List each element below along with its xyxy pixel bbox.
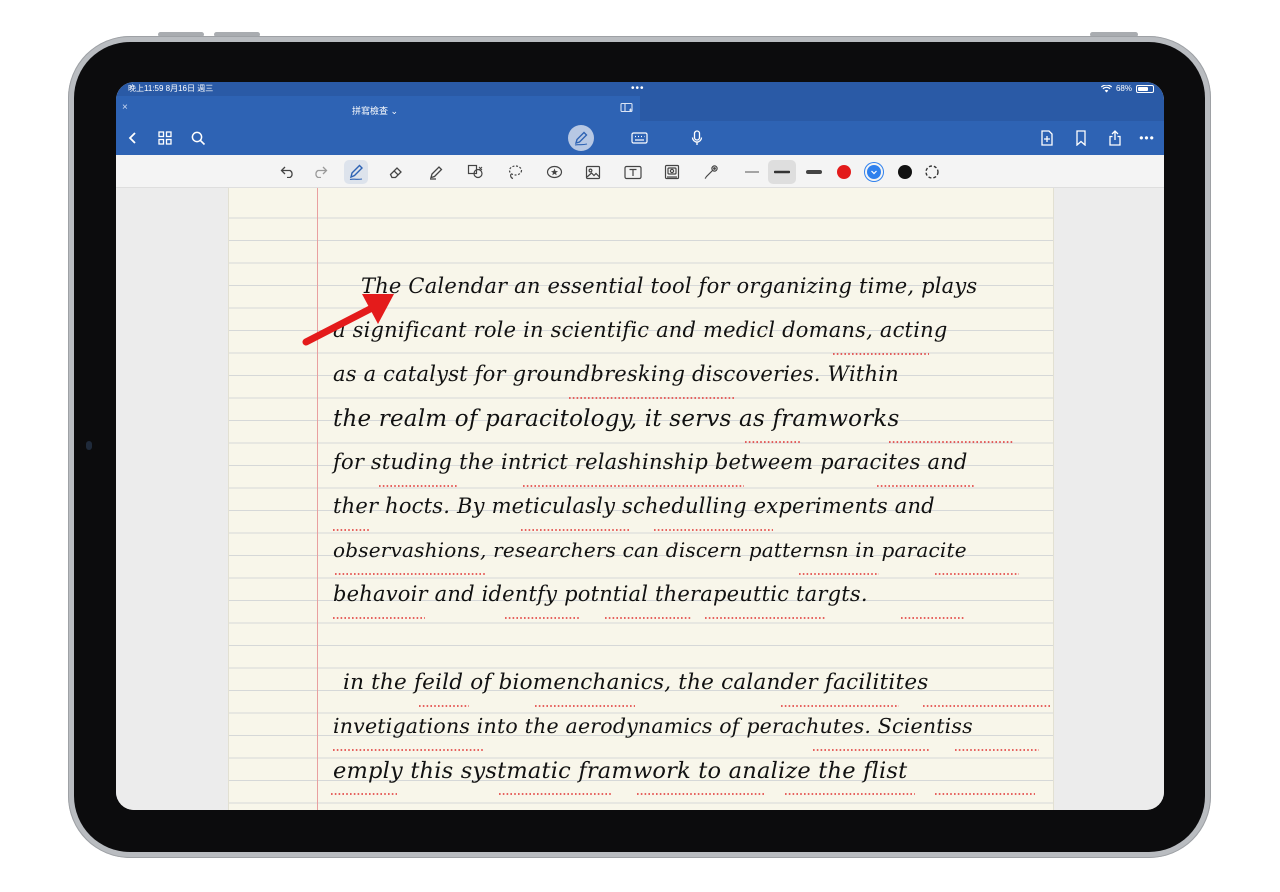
color-picker-icon[interactable] bbox=[922, 162, 942, 182]
search-icon[interactable] bbox=[189, 129, 207, 147]
tab-bar: × 拼寫檢查 ⌄ bbox=[116, 96, 1164, 121]
status-bar: 晚上11:59 8月16日 週三 ••• 68% bbox=[116, 82, 1164, 96]
wifi-icon bbox=[1100, 85, 1112, 93]
grid-icon[interactable] bbox=[156, 129, 174, 147]
note-line-7: observashions, researchers can discern p… bbox=[333, 538, 967, 562]
image-icon[interactable] bbox=[583, 162, 603, 182]
note-line-6: ther hocts. By meticulasly schedulling e… bbox=[333, 494, 935, 518]
note-line-9: in the feild of biomenchanics, the calan… bbox=[343, 670, 929, 695]
text-icon[interactable] bbox=[623, 162, 643, 182]
sticker-icon[interactable] bbox=[544, 162, 564, 182]
pen-mode-icon[interactable] bbox=[572, 129, 590, 147]
laser-pointer-icon[interactable] bbox=[701, 162, 721, 182]
keyboard-icon[interactable] bbox=[630, 129, 648, 147]
redo-icon[interactable] bbox=[310, 162, 330, 182]
microphone-icon[interactable] bbox=[688, 129, 706, 147]
chevron-down-icon bbox=[871, 170, 877, 175]
camera-icon[interactable] bbox=[662, 162, 682, 182]
highlighter-icon[interactable] bbox=[426, 162, 446, 182]
chevron-left-icon[interactable] bbox=[124, 129, 142, 147]
undo-icon[interactable] bbox=[278, 162, 298, 182]
battery-fill bbox=[1138, 87, 1148, 91]
pen-icon[interactable] bbox=[346, 162, 366, 182]
navigation-bar: ••• bbox=[116, 121, 1164, 155]
note-line-2: a significant role in scientific and med… bbox=[333, 318, 948, 342]
note-line-5: for studing the intrict relashinship bet… bbox=[333, 450, 968, 474]
note-line-1: The Calendar an essential tool for organ… bbox=[361, 274, 978, 298]
note-line-11: emply this systmatic framwork to analize… bbox=[333, 758, 908, 784]
eraser-icon[interactable] bbox=[386, 162, 406, 182]
note-line-4: the realm of paracitology, it servs as f… bbox=[333, 406, 900, 432]
multitasking-dots[interactable]: ••• bbox=[631, 82, 645, 96]
note-line-8: behavoir and identfy potntial therapeutt… bbox=[333, 582, 868, 606]
tab-spell-check[interactable]: × 拼寫檢查 ⌄ bbox=[116, 96, 640, 121]
color-swatch-blue-selected[interactable] bbox=[867, 165, 881, 179]
more-icon[interactable]: ••• bbox=[1138, 129, 1156, 147]
battery-percent: 68% bbox=[1115, 84, 1132, 93]
thickness-thin[interactable] bbox=[742, 162, 762, 182]
tab-close-icon[interactable]: × bbox=[122, 102, 128, 113]
ipad-screen: 晚上11:59 8月16日 週三 ••• 68% × 拼寫檢查 ⌄ ••• Th… bbox=[116, 82, 1164, 810]
color-swatch-red[interactable] bbox=[837, 165, 851, 179]
status-right: 68% bbox=[1100, 82, 1154, 96]
thickness-medium[interactable] bbox=[772, 162, 792, 182]
tab-title[interactable]: 拼寫檢查 ⌄ bbox=[352, 104, 398, 117]
battery-icon bbox=[1136, 85, 1154, 93]
drawing-toolbar bbox=[116, 155, 1164, 188]
color-swatch-black[interactable] bbox=[898, 165, 912, 179]
thickness-thick[interactable] bbox=[804, 162, 824, 182]
add-page-icon[interactable] bbox=[1038, 129, 1056, 147]
note-canvas[interactable]: The Calendar an essential tool for organ… bbox=[116, 188, 1164, 810]
note-line-10: invetigations into the aerodynamics of p… bbox=[333, 714, 973, 738]
share-icon[interactable] bbox=[1106, 129, 1124, 147]
red-arrow-annotation bbox=[302, 294, 394, 346]
front-camera bbox=[86, 441, 92, 450]
split-view-icon[interactable] bbox=[620, 102, 634, 114]
lasso-icon[interactable] bbox=[505, 162, 525, 182]
note-line-3: as a catalyst for groundbresking discove… bbox=[333, 362, 899, 386]
bookmark-icon[interactable] bbox=[1072, 129, 1090, 147]
shapes-icon[interactable] bbox=[466, 162, 486, 182]
status-time-date: 晚上11:59 8月16日 週三 bbox=[128, 84, 214, 93]
